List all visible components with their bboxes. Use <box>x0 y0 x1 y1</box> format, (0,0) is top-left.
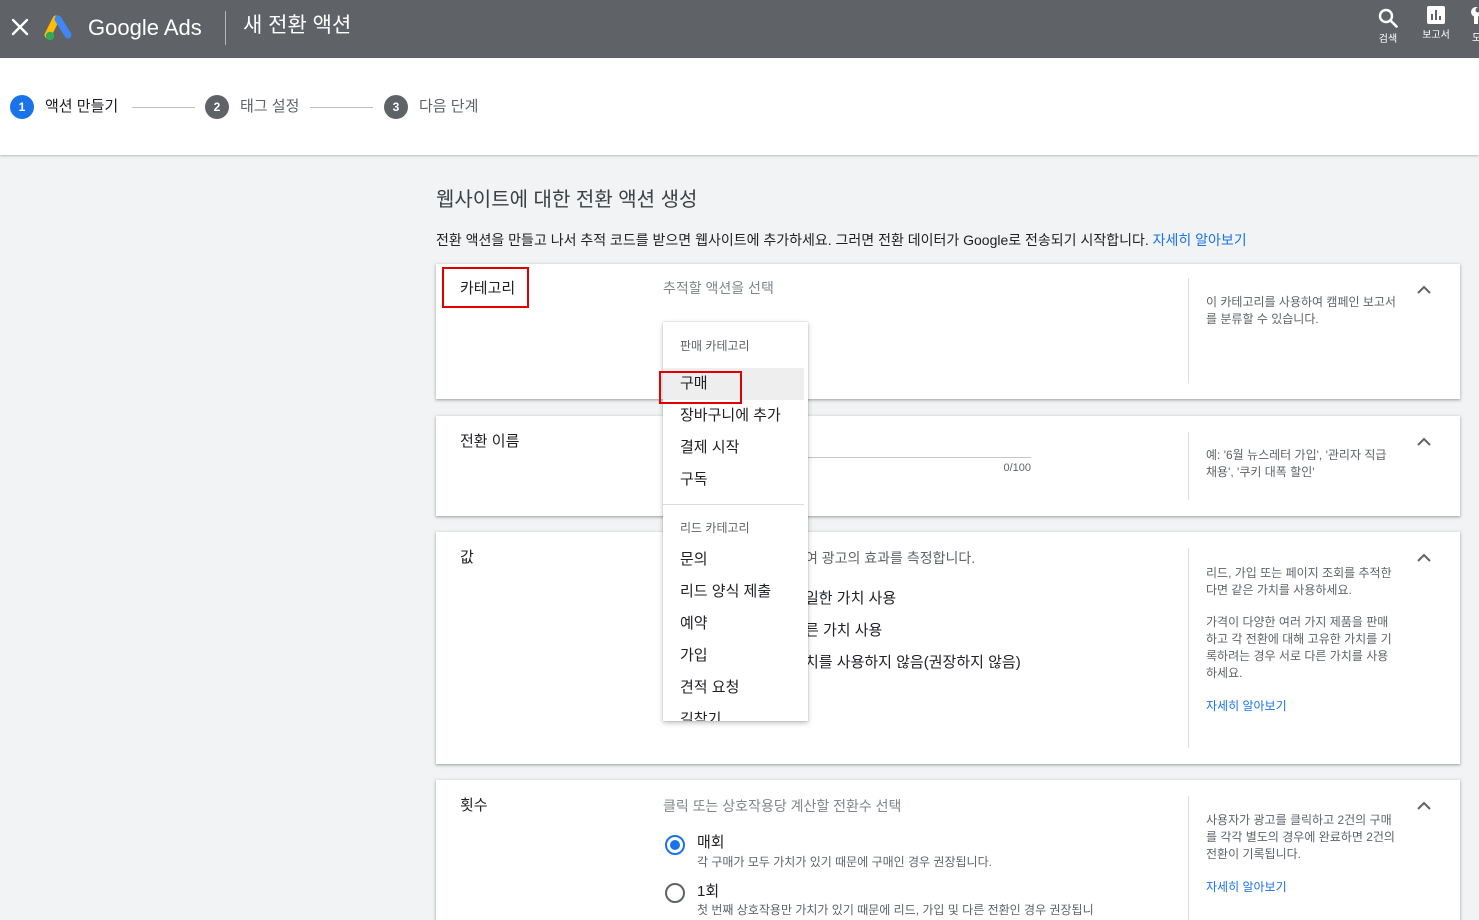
conversion-name-help: 예: '6월 뉴스레터 가입', '관리자 직급 채용', '쿠키 대폭 할인' <box>1206 447 1396 481</box>
option-submit-lead-form[interactable]: 리드 양식 제출 <box>663 576 804 608</box>
conversion-name-help-text: 예: '6월 뉴스레터 가입', '관리자 직급 채용', '쿠키 대폭 할인' <box>1206 448 1387 479</box>
help-divider <box>1188 278 1189 383</box>
category-option-list: 판매 카테고리 구매 장바구니에 추가 결제 시작 구독 리드 카테고리 문의 … <box>663 330 804 721</box>
reports-icon <box>1427 6 1445 24</box>
menu-divider <box>663 504 804 505</box>
title-divider <box>225 11 226 45</box>
category-dropdown-menu: 판매 카테고리 구매 장바구니에 추가 결제 시작 구독 리드 카테고리 문의 … <box>663 322 808 721</box>
value-help-text: 리드, 가입 또는 페이지 조회를 추적한다면 같은 가치를 사용하세요. <box>1206 566 1392 597</box>
lead-category-heading: 리드 카테고리 <box>680 521 750 535</box>
value-option-different[interactable]: 른 가치 사용 <box>805 621 882 641</box>
top-app-bar: Google Ads 새 전환 액션 검색 보고서 도 <box>0 0 1479 58</box>
close-button[interactable] <box>9 17 31 39</box>
option-contact[interactable]: 문의 <box>663 544 804 576</box>
value-learn-more-link[interactable]: 자세히 알아보기 <box>1206 698 1396 715</box>
tools-label: 도 <box>1472 33 1479 44</box>
intro-text: 전환 액션을 만들고 나서 추적 코드를 받으면 웹사이트에 추가하세요. 그러… <box>436 231 1460 249</box>
count-one-desc: 첫 번째 상호작용만 가치가 있기 때문에 리드, 가입 및 다른 전환인 경우… <box>697 903 1094 917</box>
reports-button[interactable]: 보고서 <box>1420 5 1452 51</box>
close-icon <box>11 18 29 36</box>
conversion-name-title: 전환 이름 <box>460 433 520 450</box>
option-purchase[interactable]: 구매 <box>663 368 804 400</box>
value-help: 리드, 가입 또는 페이지 조회를 추적한다면 같은 가치를 사용하세요. 가격… <box>1206 565 1396 715</box>
count-every-label[interactable]: 매회 <box>697 833 725 853</box>
intro-learn-more-link[interactable]: 자세히 알아보기 <box>1153 232 1247 248</box>
collapse-conversion-name-button[interactable] <box>1412 430 1436 454</box>
step-connector <box>132 107 195 108</box>
count-title: 횟수 <box>460 797 488 814</box>
step-1-label: 액션 만들기 <box>45 98 119 115</box>
category-help: 이 카테고리를 사용하여 캠페인 보고서를 분류할 수 있습니다. <box>1206 294 1396 328</box>
chevron-up-icon <box>1417 553 1431 562</box>
collapse-count-button[interactable] <box>1412 794 1436 818</box>
category-card: 카테고리 추적할 액션을 선택 이 카테고리를 사용하여 캠페인 보고서를 분류… <box>436 264 1460 399</box>
value-option-same[interactable]: 일한 가치 사용 <box>805 589 896 609</box>
reports-label: 보고서 <box>1422 30 1450 41</box>
product-name: Google Ads <box>88 15 202 40</box>
value-option-none[interactable]: 치를 사용하지 않음(권장하지 않음) <box>805 653 1021 673</box>
google-ads-logo-icon <box>44 15 72 41</box>
count-one-label[interactable]: 1회 <box>697 882 719 902</box>
step-2-number: 2 <box>205 95 229 119</box>
help-divider <box>1188 548 1189 748</box>
sales-category-heading: 판매 카테고리 <box>680 339 750 353</box>
step-1-number: 1 <box>10 95 34 119</box>
count-every-radio[interactable] <box>665 835 685 855</box>
option-begin-checkout[interactable]: 결제 시작 <box>663 432 804 464</box>
stepper: 1 액션 만들기 2 태그 설정 3 다음 단계 <box>0 58 1479 155</box>
count-help: 사용자가 광고를 클릭하고 2건의 구매를 각각 별도의 경우에 완료하면 2건… <box>1206 812 1396 896</box>
category-select[interactable]: 추적할 액션을 선택 <box>663 279 774 297</box>
step-2-label: 태그 설정 <box>240 98 300 115</box>
chevron-up-icon <box>1417 285 1431 294</box>
category-help-text: 이 카테고리를 사용하여 캠페인 보고서를 분류할 수 있습니다. <box>1206 295 1396 326</box>
option-add-to-cart[interactable]: 장바구니에 추가 <box>663 400 804 432</box>
count-card: 횟수 클릭 또는 상호작용당 계산할 전환수 선택 매회 각 구매가 모두 가치… <box>436 780 1460 920</box>
search-icon <box>1378 8 1398 28</box>
collapse-category-button[interactable] <box>1412 278 1436 302</box>
option-book-appointment[interactable]: 예약 <box>663 608 804 640</box>
conversion-name-card: 전환 이름 0/100 예: '6월 뉴스레터 가입', '관리자 직급 채용'… <box>436 416 1460 516</box>
collapse-value-button[interactable] <box>1412 546 1436 570</box>
option-request-quote[interactable]: 견적 요청 <box>663 672 804 704</box>
chevron-up-icon <box>1417 437 1431 446</box>
intro-body: 전환 액션을 만들고 나서 추적 코드를 받으면 웹사이트에 추가하세요. 그러… <box>436 232 1149 248</box>
help-divider <box>1188 432 1189 500</box>
count-help-text: 사용자가 광고를 클릭하고 2건의 구매를 각각 별도의 경우에 완료하면 2건… <box>1206 813 1395 861</box>
value-title: 값 <box>460 549 474 566</box>
count-learn-more-link[interactable]: 자세히 알아보기 <box>1206 879 1396 896</box>
option-subscribe[interactable]: 구독 <box>663 464 804 496</box>
tools-button[interactable]: 도 <box>1467 5 1479 51</box>
value-help-text: 가격이 다양한 여러 가지 제품을 판매하고 각 전환에 대해 고유한 가치를 … <box>1206 615 1392 680</box>
value-description: 여 광고의 효과를 측정합니다. <box>805 550 976 566</box>
option-sign-up[interactable]: 가입 <box>663 640 804 672</box>
count-every-desc: 각 구매가 모두 가치가 있기 때문에 구매인 경우 권장됩니다. <box>697 855 992 869</box>
category-title: 카테고리 <box>460 280 516 297</box>
chevron-up-icon <box>1417 801 1431 810</box>
step-3-label: 다음 단계 <box>419 98 479 115</box>
section-heading: 웹사이트에 대한 전환 액션 생성 <box>436 189 698 211</box>
search-button[interactable]: 검색 <box>1374 7 1402 53</box>
count-one-radio[interactable] <box>665 883 685 903</box>
page-title: 새 전환 액션 <box>243 14 352 37</box>
help-divider <box>1188 796 1189 920</box>
search-label: 검색 <box>1378 34 1398 45</box>
value-card: 값 여 광고의 효과를 측정합니다. 일한 가치 사용 른 가치 사용 치를 사… <box>436 532 1460 764</box>
option-get-directions[interactable]: 길찾기 <box>663 704 804 721</box>
step-3-number: 3 <box>384 95 408 119</box>
step-connector <box>310 107 373 108</box>
tools-icon <box>1471 7 1479 24</box>
count-description: 클릭 또는 상호작용당 계산할 전환수 선택 <box>663 798 902 814</box>
